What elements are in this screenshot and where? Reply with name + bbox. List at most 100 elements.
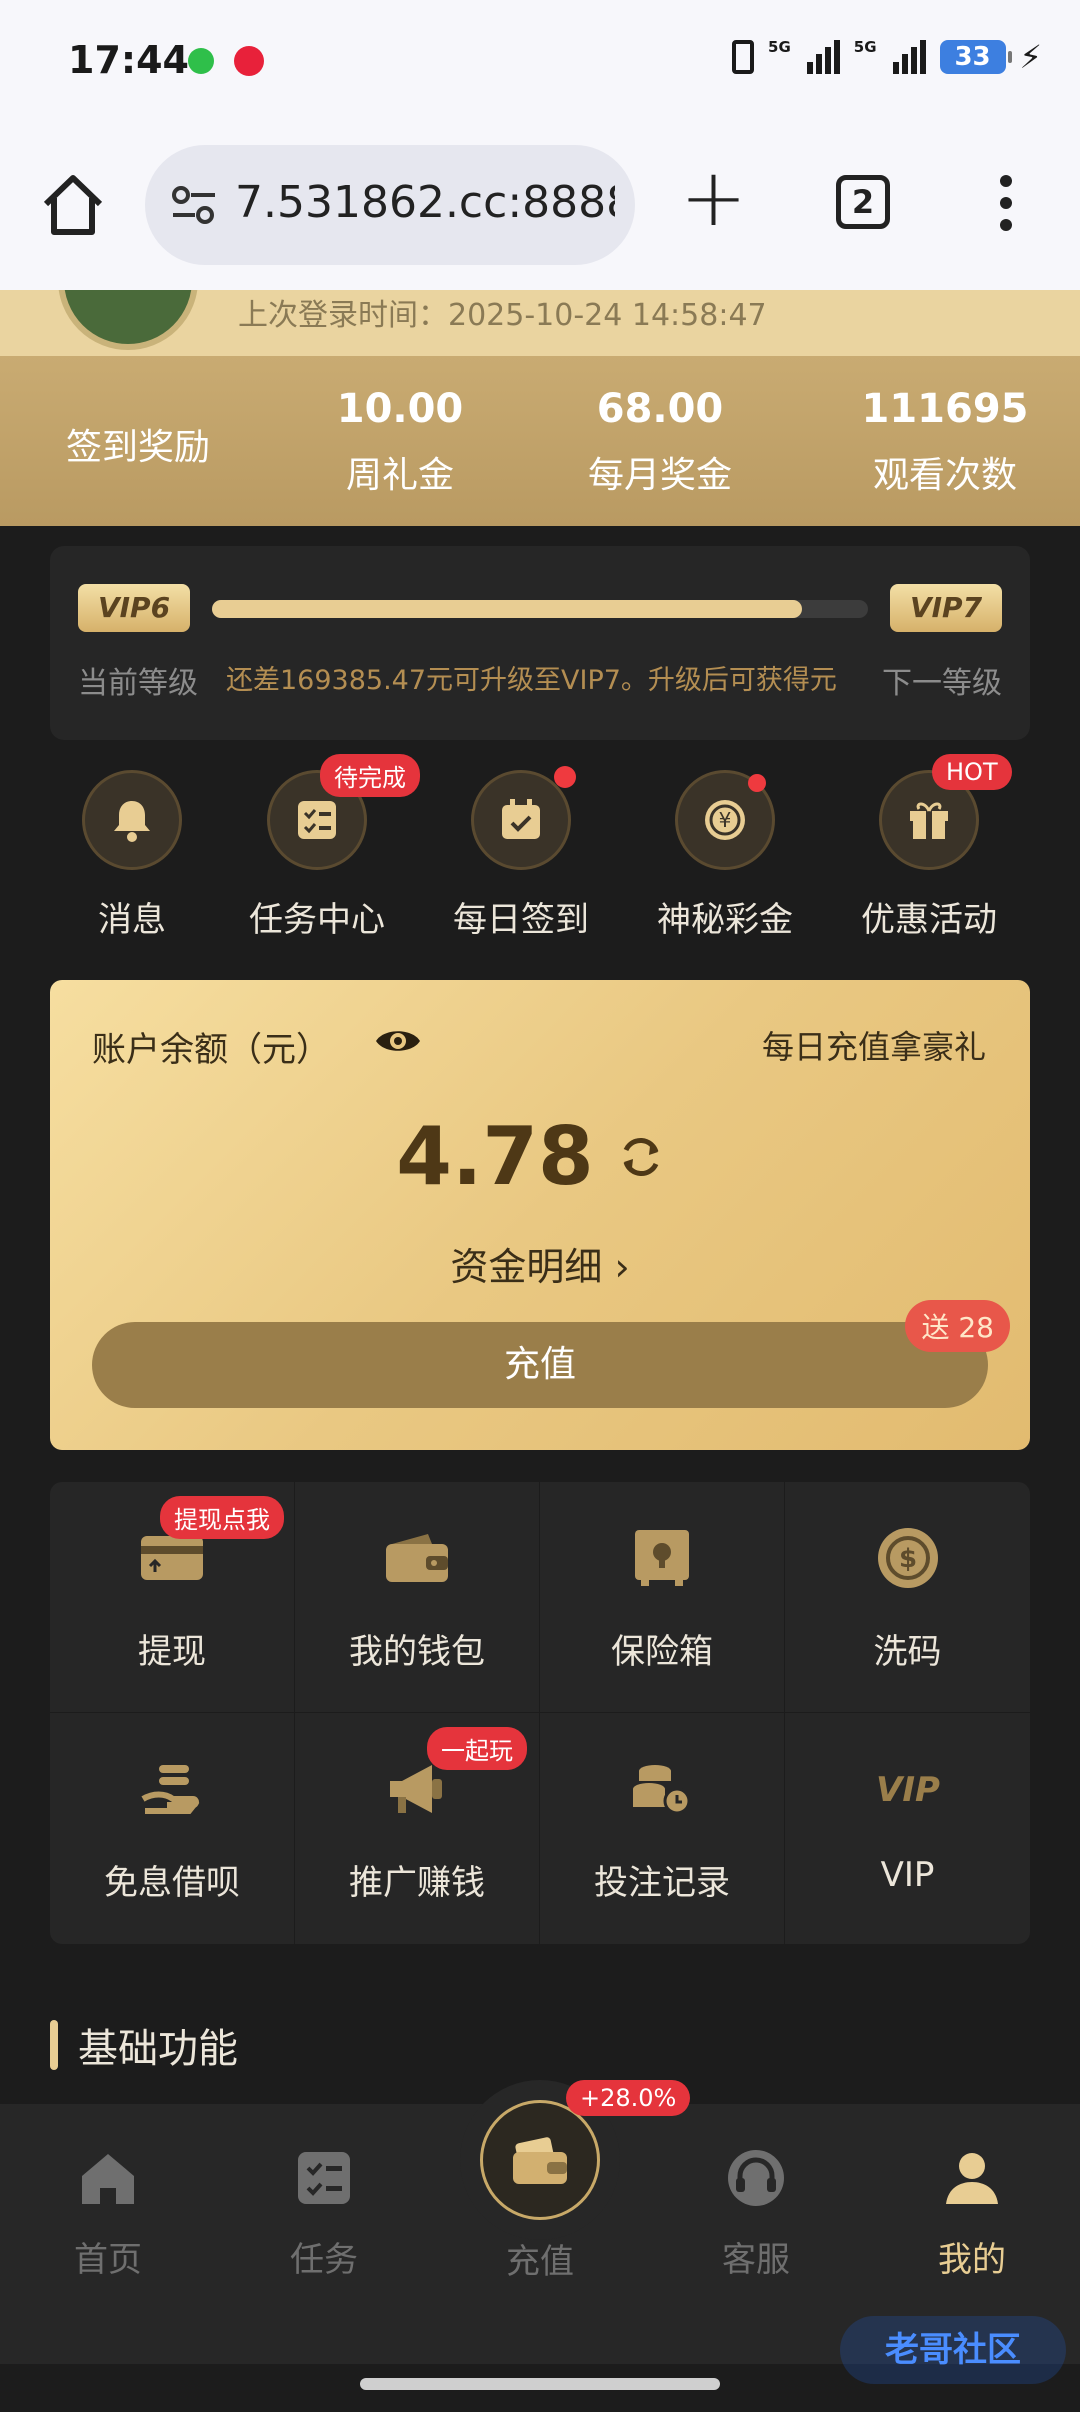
nav-mine[interactable]: 我的	[892, 2146, 1052, 2281]
last-login-time: 上次登录时间：2025-10-24 14:58:47	[238, 298, 767, 333]
address-bar[interactable]: 7.531862.cc:8888	[145, 145, 635, 265]
url-text[interactable]: 7.531862.cc:8888	[235, 177, 615, 228]
wallet-icon	[377, 1518, 457, 1598]
feature-grid: 提现点我 提现 我的钱包 保险箱 $ 洗码 免息借呗 一起玩 推广赚钱 投注记录…	[50, 1482, 1030, 1944]
referral-badge: 一起玩	[427, 1727, 527, 1770]
site-settings-icon[interactable]	[169, 183, 219, 227]
nav-label: 我的	[938, 2240, 1006, 2280]
home-icon	[82, 2154, 134, 2204]
status-bar: 17:44 5G 5G 33 ⚡	[0, 0, 1080, 120]
signal-icon	[892, 40, 926, 74]
refresh-icon[interactable]	[616, 1132, 666, 1182]
quick-daily-checkin[interactable]: 每日签到	[426, 766, 616, 941]
stat-label: 周礼金	[345, 455, 454, 496]
quick-label: 消息	[98, 900, 166, 940]
recharge-bonus-badge: +28.0%	[566, 2080, 691, 2116]
stat-weekly-bonus[interactable]: 10.00 周礼金	[300, 386, 500, 498]
stat-value: 10.00	[336, 386, 464, 432]
balance-value: 4.78	[396, 1110, 594, 1203]
quick-label: 优惠活动	[861, 900, 997, 940]
grid-bet-history[interactable]: 投注记录	[540, 1713, 785, 1944]
grid-label: 免息借呗	[104, 1863, 240, 1903]
fund-details-label: 资金明细	[450, 1245, 603, 1289]
nav-service[interactable]: 客服	[676, 2146, 836, 2281]
new-tab-button[interactable]: +	[680, 158, 747, 238]
next-vip-badge: VIP7	[890, 584, 1002, 632]
grid-label: 提现	[138, 1632, 206, 1672]
checklist-icon	[298, 2152, 350, 2204]
task-pending-badge: 待完成	[320, 754, 420, 797]
grid-vip[interactable]: VIP VIP	[785, 1713, 1030, 1944]
next-level-label: 下一等级	[882, 666, 1002, 701]
withdraw-badge: 提现点我	[160, 1496, 284, 1539]
grid-referral[interactable]: 一起玩 推广赚钱	[295, 1713, 540, 1944]
stat-view-count[interactable]: 111695 观看次数	[840, 386, 1050, 498]
grid-label: 推广赚钱	[349, 1863, 485, 1903]
video-app-icon	[234, 46, 264, 76]
checkin-notice-dot	[554, 766, 576, 788]
section-title: 基础功能	[78, 2026, 238, 2072]
chevron-right-icon: ›	[614, 1245, 630, 1289]
stat-value: 68.00	[596, 386, 724, 432]
grid-loan[interactable]: 免息借呗	[50, 1713, 295, 1944]
daily-recharge-promo[interactable]: 每日充值拿豪礼	[762, 1022, 986, 1068]
quick-promotions[interactable]: HOT 优惠活动	[834, 754, 1024, 941]
nav-label: 任务	[290, 2240, 358, 2280]
gesture-home-bar[interactable]	[360, 2378, 720, 2390]
quick-actions: 消息 待完成 任务中心 每日签到 ¥ 神秘彩金 HOT 优惠活动	[0, 754, 1080, 950]
home-icon[interactable]	[38, 170, 108, 240]
bell-icon	[82, 770, 182, 870]
vip-progress-bar	[212, 600, 868, 618]
safe-icon	[622, 1518, 702, 1598]
vip-progress-card[interactable]: VIP6 VIP7 当前等级 还差169385.47元可升级至VIP7。升级后可…	[50, 546, 1030, 740]
fund-details-link[interactable]: 资金明细 ›	[50, 1236, 1030, 1291]
stat-label: 观看次数	[872, 455, 1017, 496]
nav-home[interactable]: 首页	[28, 2146, 188, 2281]
wallet-cards-icon	[480, 2100, 600, 2220]
community-watermark-logo: 老哥社区	[840, 2316, 1066, 2384]
more-menu-icon[interactable]	[998, 175, 1014, 235]
vip-upgrade-message: 还差169385.47元可升级至VIP7。升级后可获得元	[226, 665, 837, 696]
nav-label: 首页	[74, 2240, 142, 2280]
eye-icon[interactable]	[374, 1024, 422, 1058]
nav-tasks[interactable]: 任务	[244, 2146, 404, 2281]
vibrate-icon	[732, 40, 755, 74]
profile-header: 上次登录时间：2025-10-24 14:58:47	[0, 290, 1080, 356]
grid-label: 我的钱包	[349, 1632, 485, 1672]
sign-in-reward[interactable]: 签到奖励	[66, 418, 210, 470]
hot-badge: HOT	[932, 754, 1012, 790]
recharge-gift-badge: 送 28	[905, 1300, 1010, 1352]
stat-monthly-bonus[interactable]: 68.00 每月奖金	[560, 386, 760, 498]
grid-label: VIP	[880, 1855, 935, 1895]
stat-label: 每月奖金	[587, 455, 732, 496]
tab-switcher-button[interactable]: 2	[836, 175, 890, 229]
balance-label: 账户余额（元）	[92, 1030, 330, 1070]
svg-text:VIP: VIP	[876, 1770, 940, 1809]
grid-label: 洗码	[873, 1632, 942, 1672]
grid-label: 投注记录	[594, 1863, 730, 1903]
user-icon	[946, 2153, 998, 2204]
status-icons: 5G 5G 33 ⚡	[732, 38, 1042, 76]
vip-progress-fill	[212, 600, 803, 618]
nav-label: 充值	[506, 2242, 574, 2282]
browser-toolbar: 7.531862.cc:8888 + 2	[0, 120, 1080, 290]
signal-icon	[806, 40, 840, 74]
recharge-button[interactable]: 充值	[92, 1322, 988, 1408]
dollar-cycle-icon: $	[868, 1518, 948, 1598]
svg-text:¥: ¥	[719, 808, 732, 832]
quick-mystery-bonus[interactable]: ¥ 神秘彩金	[630, 770, 820, 941]
quick-messages[interactable]: 消息	[37, 770, 227, 941]
balance-amount: 4.78	[50, 1110, 1030, 1203]
balance-card: 账户余额（元） 每日充值拿豪礼 4.78 资金明细 › 充值 送 28	[50, 980, 1030, 1450]
message-app-icon	[188, 48, 214, 74]
grid-safe[interactable]: 保险箱	[540, 1482, 785, 1713]
network-type-2: 5G	[853, 38, 877, 56]
quick-task-center[interactable]: 待完成 任务中心	[222, 754, 420, 941]
avatar[interactable]	[58, 290, 198, 350]
headset-icon	[728, 2150, 784, 2206]
grid-withdraw[interactable]: 提现点我 提现	[50, 1482, 295, 1713]
nav-label: 客服	[722, 2240, 790, 2280]
grid-rebate[interactable]: $ 洗码	[785, 1482, 1030, 1713]
grid-wallet[interactable]: 我的钱包	[295, 1482, 540, 1713]
status-time: 17:44	[68, 38, 189, 82]
